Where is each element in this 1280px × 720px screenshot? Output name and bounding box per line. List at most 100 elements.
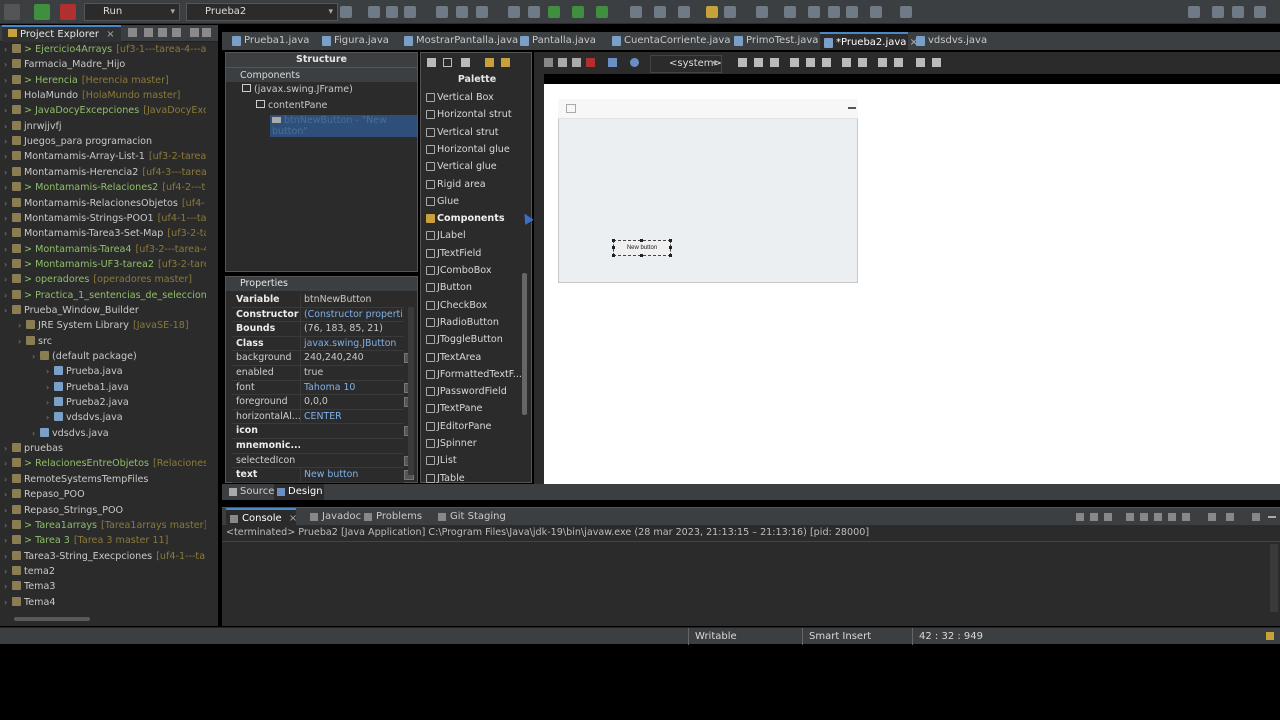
- project-tree-item[interactable]: › vdsdvs.java: [46, 410, 123, 425]
- chevron-right-icon[interactable]: ›: [32, 349, 40, 364]
- property-row[interactable]: horizontalAl... CENTER: [232, 409, 404, 425]
- resize-handle[interactable]: [640, 239, 643, 242]
- scrollbar-thumb[interactable]: [14, 617, 90, 621]
- project-tree-item[interactable]: › RemoteSystemsTempFiles: [4, 472, 148, 487]
- chevron-right-icon[interactable]: ›: [4, 103, 12, 118]
- project-tree-item[interactable]: › > Montamamis-Relaciones2 [uf4-2---ta: [4, 180, 211, 195]
- project-tree-item[interactable]: › Prueba.java: [46, 364, 123, 379]
- chevron-right-icon[interactable]: ›: [4, 272, 12, 287]
- project-tree-item[interactable]: › Tarea3-String_Execpciones [uf4-1---tarea: [4, 549, 218, 564]
- property-row[interactable]: text New button: [232, 468, 414, 483]
- project-tree-item[interactable]: › Tema4: [4, 595, 55, 610]
- project-tree-item[interactable]: › Montamamis-Tarea3-Set-Map [uf3-2-ta: [4, 226, 209, 241]
- project-tree-item[interactable]: › > JavaDocyExcepciones [JavaDocyExce: [4, 103, 214, 118]
- perspective-icon[interactable]: [1232, 6, 1244, 18]
- palette-item[interactable]: JLabel: [425, 227, 466, 244]
- palette-item[interactable]: JList: [425, 452, 457, 469]
- editor-tab[interactable]: *Prueba2.java ×: [820, 32, 918, 50]
- chevron-right-icon[interactable]: ›: [4, 42, 12, 57]
- toolbar-icon[interactable]: [386, 6, 398, 18]
- project-tree-item[interactable]: › Prueba_Window_Builder: [4, 303, 139, 318]
- property-value[interactable]: CENTER: [300, 409, 404, 424]
- property-row[interactable]: font Tahoma 10: [232, 380, 414, 396]
- chevron-right-icon[interactable]: ›: [46, 410, 54, 425]
- chevron-right-icon[interactable]: ›: [4, 73, 12, 88]
- collapse-icon[interactable]: [128, 28, 137, 37]
- chevron-right-icon[interactable]: ›: [4, 549, 12, 564]
- resize-handle[interactable]: [612, 239, 615, 242]
- property-value[interactable]: javax.swing.JButton: [300, 336, 404, 351]
- arrow-left-icon[interactable]: [808, 6, 820, 18]
- resize-handle[interactable]: [669, 246, 672, 249]
- chevron-right-icon[interactable]: ›: [4, 165, 12, 180]
- toolbar-icon[interactable]: [756, 6, 768, 18]
- palette-item[interactable]: JSpinner: [425, 435, 477, 452]
- property-row[interactable]: Class javax.swing.JButton: [232, 336, 404, 352]
- align-left-icon[interactable]: [738, 58, 747, 67]
- project-tree-item[interactable]: › Prueba1.java: [46, 380, 129, 395]
- perspective-icon[interactable]: [1212, 6, 1224, 18]
- toolbar-icon[interactable]: [476, 6, 488, 18]
- project-tree-item[interactable]: › JRE System Library [JavaSE-18]: [18, 318, 189, 333]
- resize-handle[interactable]: [640, 254, 643, 257]
- chevron-right-icon[interactable]: ›: [4, 134, 12, 149]
- toolbar-icon[interactable]: [630, 6, 642, 18]
- chevron-right-icon[interactable]: ›: [4, 288, 12, 303]
- status-icon[interactable]: [1266, 632, 1274, 640]
- project-tree-item[interactable]: ›> Practica_1_sentencias_de_seleccion[u: [4, 288, 218, 303]
- debug-icon[interactable]: [548, 6, 560, 18]
- chevron-right-icon[interactable]: ›: [4, 472, 12, 487]
- project-tree-item[interactable]: › Repaso_Strings_POO: [4, 503, 123, 518]
- center-v-icon[interactable]: [932, 58, 941, 67]
- align-top-icon[interactable]: [790, 58, 799, 67]
- console-toolbar-icon[interactable]: [1226, 513, 1234, 521]
- project-tree-item[interactable]: › Tema3: [4, 579, 55, 594]
- editor-tab[interactable]: CuentaCorriente.java: [608, 32, 730, 50]
- property-row[interactable]: Bounds (76, 183, 85, 21): [232, 322, 404, 337]
- chevron-right-icon[interactable]: ›: [4, 518, 12, 533]
- property-row[interactable]: background 240,240,240: [232, 351, 414, 366]
- same-height-icon[interactable]: [858, 58, 867, 67]
- console-toolbar-icon[interactable]: [1252, 513, 1260, 521]
- stop-icon[interactable]: [60, 4, 76, 20]
- project-tree-item[interactable]: › Farmacia_Madre_Hijo: [4, 57, 125, 72]
- project-tree-item[interactable]: › > Montamamis-UF3-tarea2 [uf3-2-tarea: [4, 257, 216, 272]
- editor-tab[interactable]: Prueba1.java: [228, 32, 314, 50]
- project-tree-item[interactable]: › > operadores [operadores master]: [4, 272, 192, 287]
- tree-item-contentpane[interactable]: contentPane: [256, 100, 327, 111]
- pencil-icon[interactable]: [724, 6, 736, 18]
- run-icon[interactable]: [572, 6, 584, 18]
- palette-item[interactable]: Vertical glue: [425, 158, 497, 175]
- align-right-icon[interactable]: [770, 58, 779, 67]
- marquee-icon[interactable]: [443, 58, 452, 67]
- palette-item[interactable]: JCheckBox: [425, 297, 487, 314]
- project-tree-item[interactable]: › > Herencia [Herencia master]: [4, 73, 169, 88]
- select-icon[interactable]: [427, 58, 436, 67]
- chevron-right-icon[interactable]: ›: [4, 88, 12, 103]
- refresh-icon[interactable]: [630, 58, 639, 67]
- chevron-right-icon[interactable]: ›: [18, 318, 26, 333]
- tab-project-explorer[interactable]: Project Explorer ×: [2, 25, 121, 42]
- jframe-preview[interactable]: [558, 99, 858, 283]
- toolbar-icon[interactable]: [508, 6, 520, 18]
- chevron-right-icon[interactable]: ›: [4, 226, 12, 241]
- chevron-right-icon[interactable]: ›: [4, 487, 12, 502]
- delete-icon[interactable]: [586, 58, 595, 67]
- project-combo[interactable]: Prueba2 ▾: [186, 3, 338, 21]
- palette-item[interactable]: JRadioButton: [425, 314, 499, 331]
- new-button-component[interactable]: New button: [612, 239, 672, 257]
- palette-item[interactable]: JButton: [425, 279, 472, 296]
- menu-icon[interactable]: [172, 28, 181, 37]
- chevron-right-icon[interactable]: ›: [4, 257, 12, 272]
- project-tree-item[interactable]: › > RelacionesEntreObjetos [RelacionesEn: [4, 456, 218, 471]
- chevron-right-icon[interactable]: ›: [4, 441, 12, 456]
- chevron-right-icon[interactable]: ›: [46, 380, 54, 395]
- chevron-right-icon[interactable]: ›: [4, 503, 12, 518]
- palette-scrollbar[interactable]: [522, 273, 527, 415]
- tree-item-btnnewbutton[interactable]: btnNewButton - "New button": [270, 115, 417, 137]
- palette-item[interactable]: Horizontal glue: [425, 141, 510, 158]
- resize-handle[interactable]: [669, 239, 672, 242]
- minimize-icon[interactable]: [1268, 516, 1276, 518]
- console-toolbar-icon[interactable]: [1168, 513, 1176, 521]
- resize-handle[interactable]: [612, 246, 615, 249]
